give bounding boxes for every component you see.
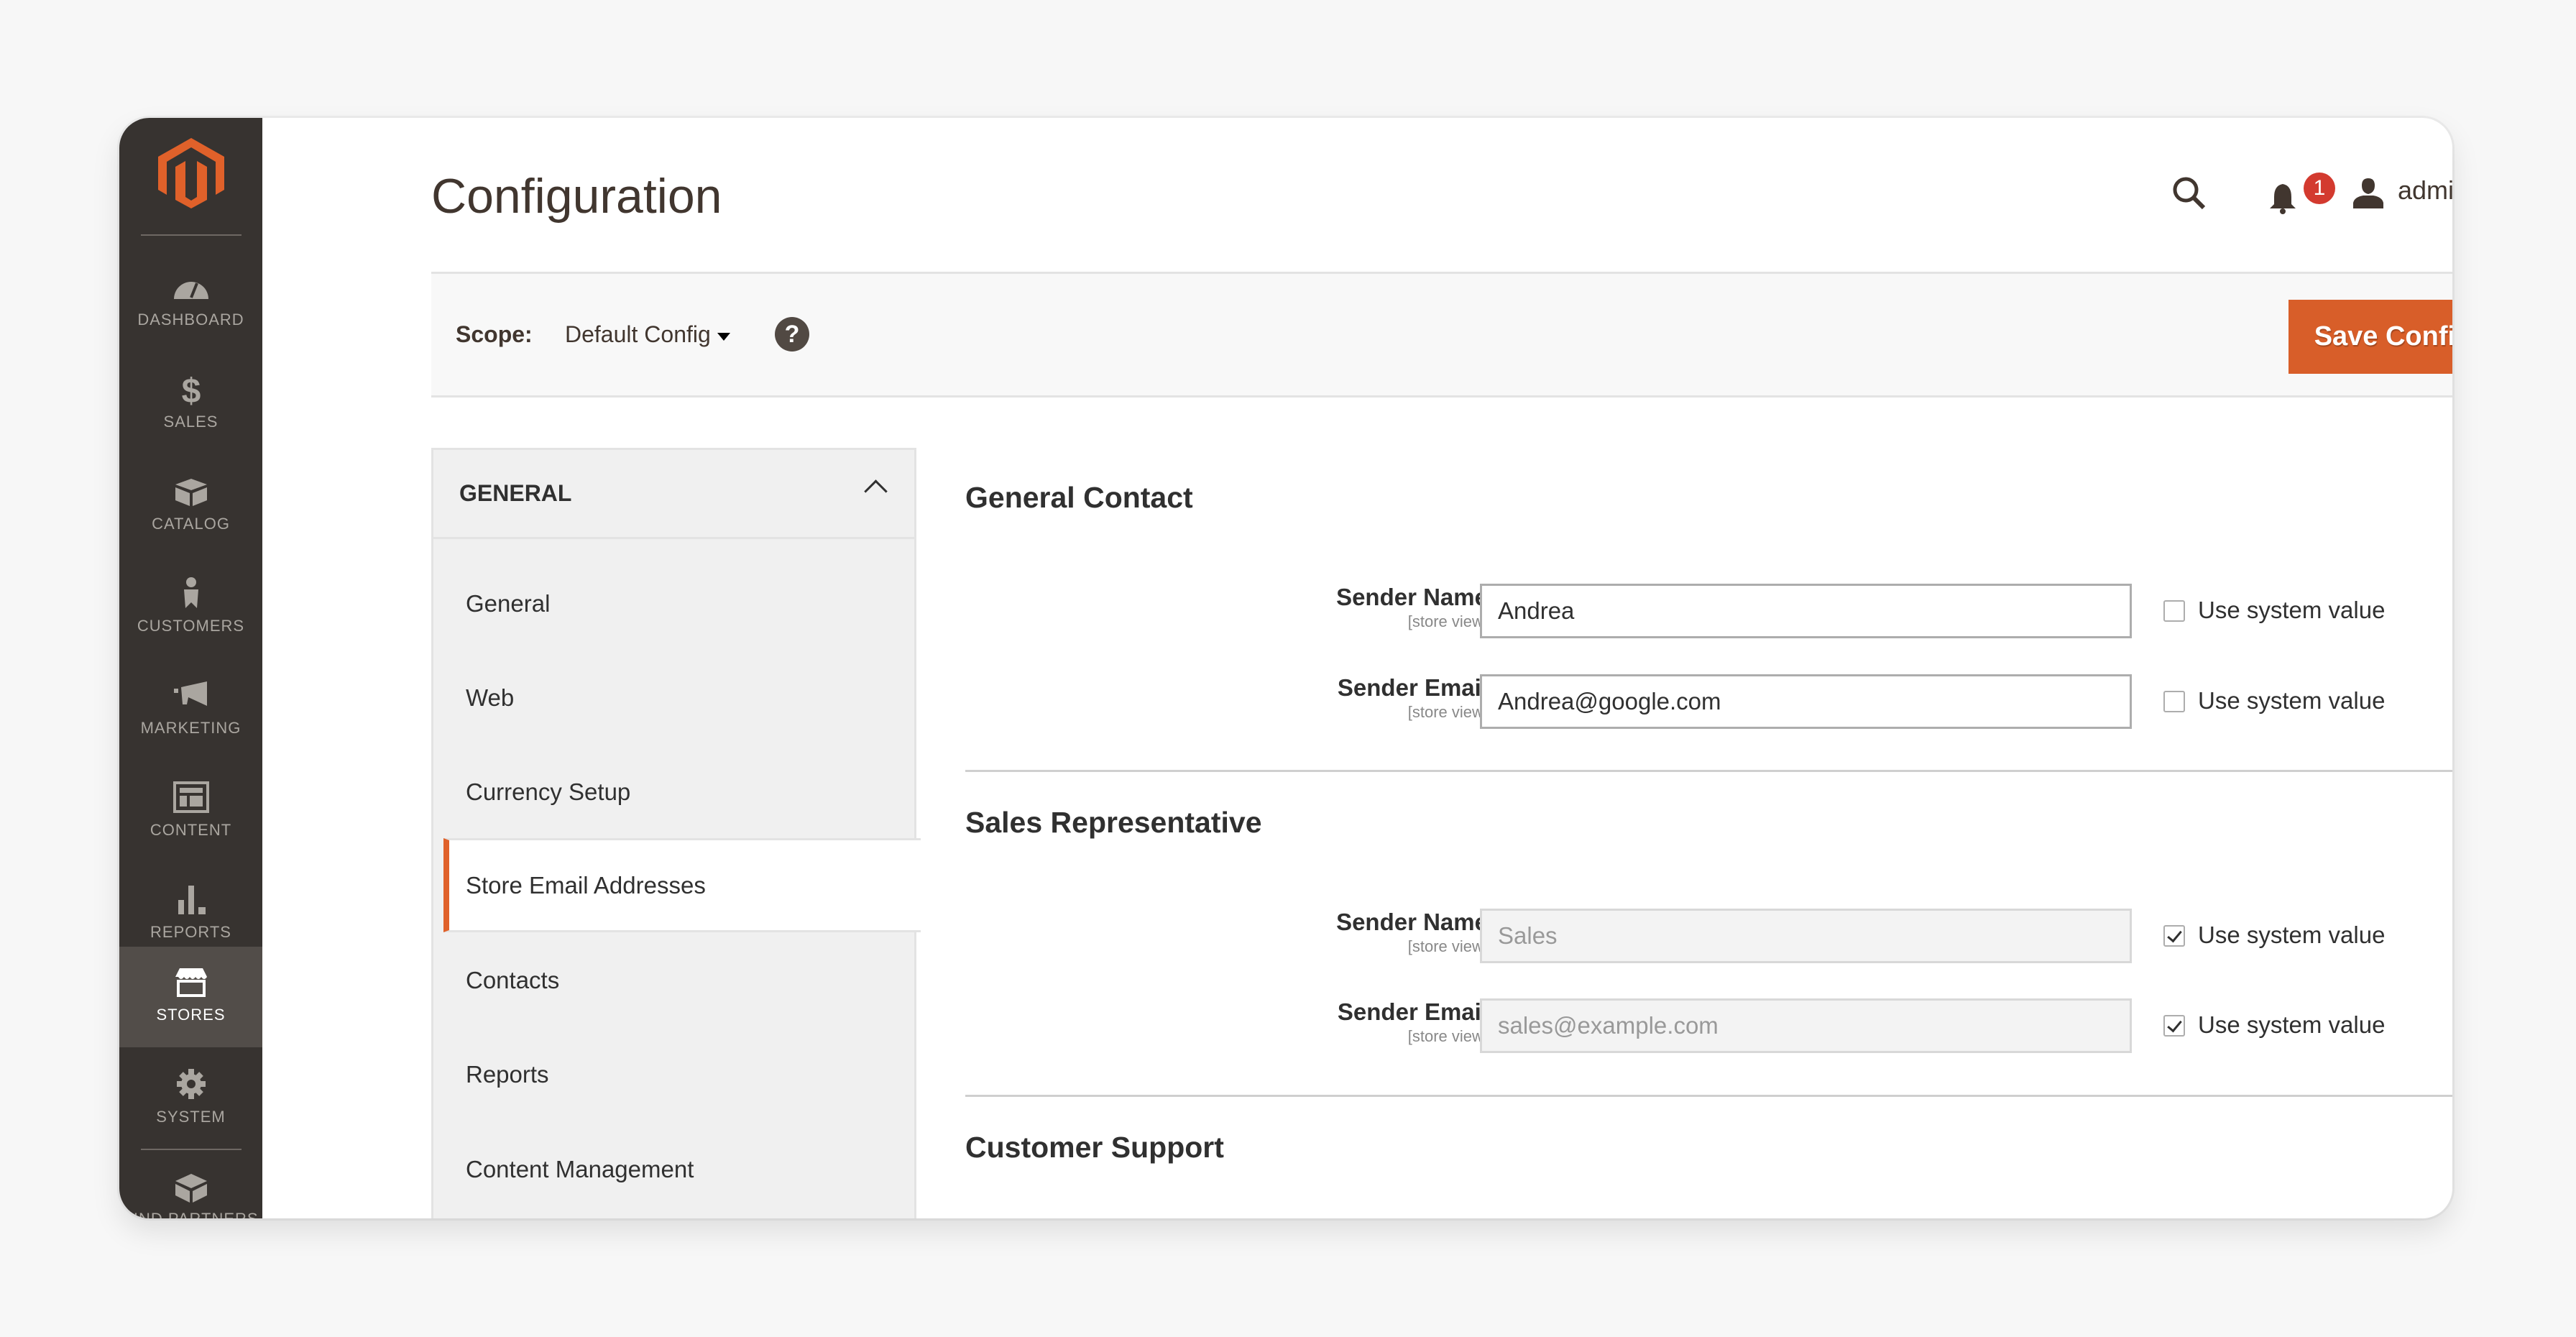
store-icon <box>175 968 207 997</box>
sidebar-item-system[interactable]: SYSTEM <box>119 1049 262 1149</box>
nav-item-web[interactable]: Web <box>433 651 914 745</box>
chevron-up-icon <box>864 479 888 503</box>
search-icon[interactable] <box>2171 175 2207 211</box>
bell-icon[interactable] <box>2268 183 2297 214</box>
sidebar-item-label: CATALOG <box>152 515 230 533</box>
sidebar-item-customers[interactable]: CUSTOMERS <box>119 558 262 658</box>
person-icon <box>184 577 198 608</box>
sidebar-item-stores[interactable]: STORES <box>119 947 262 1047</box>
checkbox-label[interactable]: Use system value <box>2198 1011 2385 1039</box>
nav-item-content-management[interactable]: Content Management <box>433 1122 914 1216</box>
checkbox-label[interactable]: Use system value <box>2198 597 2385 624</box>
nav-item-label: Contacts <box>466 967 560 993</box>
sidebar-item-label: FIND PARTNERS <box>119 1210 262 1218</box>
general-sender-name-use-system-checkbox[interactable] <box>2163 600 2185 622</box>
checkbox-label[interactable]: Use system value <box>2198 687 2385 715</box>
nav-item-label: Reports <box>466 1061 549 1088</box>
sales-sender-name-use-system-checkbox[interactable] <box>2163 925 2185 947</box>
chevron-down-icon[interactable] <box>717 333 730 341</box>
admin-sidebar: DASHBOARD $ SALES CATALOG CUSTOMERS MARK… <box>119 118 262 1218</box>
sidebar-item-label: CONTENT <box>150 821 232 839</box>
nav-item-general[interactable]: General <box>433 556 914 651</box>
box-icon <box>175 479 207 506</box>
save-config-button[interactable]: Save Config <box>2288 300 2452 374</box>
field-label: Sender Name [store view] <box>1336 909 1488 955</box>
section-divider <box>965 770 2452 772</box>
sidebar-item-label: MARKETING <box>140 719 242 737</box>
scope-toolbar: Scope: Default Config ? Save Config <box>431 272 2452 398</box>
scope-switcher[interactable]: Default Config <box>565 321 711 348</box>
user-icon[interactable] <box>2352 177 2385 208</box>
help-icon[interactable]: ? <box>775 317 809 352</box>
dashboard-icon <box>174 282 208 299</box>
main-content: Configuration 1 admin Scope: Default Con… <box>262 118 2452 1218</box>
nav-item-label: Currency Setup <box>466 778 631 805</box>
sidebar-item-marketing[interactable]: MARKETING <box>119 660 262 761</box>
nav-item-label: Store Email Addresses <box>466 872 706 899</box>
nav-item-reports[interactable]: Reports <box>433 1027 914 1121</box>
sidebar-item-find-partners[interactable]: FIND PARTNERS <box>119 1151 262 1218</box>
sidebar-divider <box>141 1149 242 1150</box>
general-sender-email-use-system-checkbox[interactable] <box>2163 691 2185 712</box>
sidebar-item-label: STORES <box>156 1006 226 1024</box>
checkmark-icon <box>2167 927 2182 943</box>
sidebar-divider <box>141 234 242 236</box>
sales-sender-email-use-system-checkbox[interactable] <box>2163 1015 2185 1037</box>
megaphone-icon <box>174 681 207 706</box>
config-nav: GENERAL General Web Currency Setup Store… <box>431 448 921 1218</box>
field-label: Sender Email [store view] <box>1337 674 1488 721</box>
blocks-icon <box>175 1174 207 1203</box>
admin-window: DASHBOARD $ SALES CATALOG CUSTOMERS MARK… <box>119 118 2452 1218</box>
nav-item-label: Web <box>466 684 515 711</box>
scope-label: Scope: <box>456 321 533 347</box>
sidebar-item-sales[interactable]: $ SALES <box>119 354 262 454</box>
magento-logo-icon[interactable] <box>158 138 224 208</box>
sidebar-item-dashboard[interactable]: DASHBOARD <box>119 252 262 352</box>
sales-sender-name-input[interactable] <box>1480 909 2132 963</box>
nav-item-label: Content Management <box>466 1156 694 1182</box>
nav-item-store-email-addresses[interactable]: Store Email Addresses <box>443 838 921 932</box>
bar-chart-icon <box>178 886 206 914</box>
dollar-icon: $ <box>182 372 201 405</box>
sidebar-item-label: SALES <box>163 413 218 431</box>
nav-group-general[interactable]: GENERAL <box>433 450 914 539</box>
general-sender-email-input[interactable] <box>1480 674 2132 729</box>
nav-item-contacts[interactable]: Contacts <box>433 933 914 1027</box>
sidebar-item-label: DASHBOARD <box>137 311 244 328</box>
nav-group-title: GENERAL <box>459 480 572 506</box>
section-title-customer-support[interactable]: Customer Support <box>965 1131 1224 1164</box>
nav-item-label: General <box>466 590 551 617</box>
checkbox-label[interactable]: Use system value <box>2198 922 2385 949</box>
section-divider <box>965 1095 2452 1097</box>
field-label: Sender Name [store view] <box>1336 584 1488 630</box>
section-title-sales-representative[interactable]: Sales Representative <box>965 806 1262 840</box>
sidebar-item-label: REPORTS <box>150 923 231 941</box>
sidebar-item-catalog[interactable]: CATALOG <box>119 456 262 556</box>
field-label: Sender Email [store view] <box>1337 998 1488 1045</box>
general-sender-name-input[interactable] <box>1480 584 2132 638</box>
admin-user-menu[interactable]: admin <box>2398 175 2452 206</box>
gear-icon <box>177 1069 206 1099</box>
notification-badge[interactable]: 1 <box>2304 173 2335 204</box>
sidebar-item-content[interactable]: CONTENT <box>119 762 262 863</box>
svg-text:$: $ <box>182 372 201 405</box>
checkmark-icon <box>2167 1016 2182 1033</box>
page-title: Configuration <box>431 169 722 224</box>
nav-item-currency-setup[interactable]: Currency Setup <box>433 745 914 839</box>
layout-icon <box>173 781 209 813</box>
sidebar-item-label: CUSTOMERS <box>137 617 245 635</box>
sales-sender-email-input[interactable] <box>1480 998 2132 1053</box>
section-title-general-contact[interactable]: General Contact <box>965 481 1193 515</box>
sidebar-item-label: SYSTEM <box>156 1108 226 1126</box>
